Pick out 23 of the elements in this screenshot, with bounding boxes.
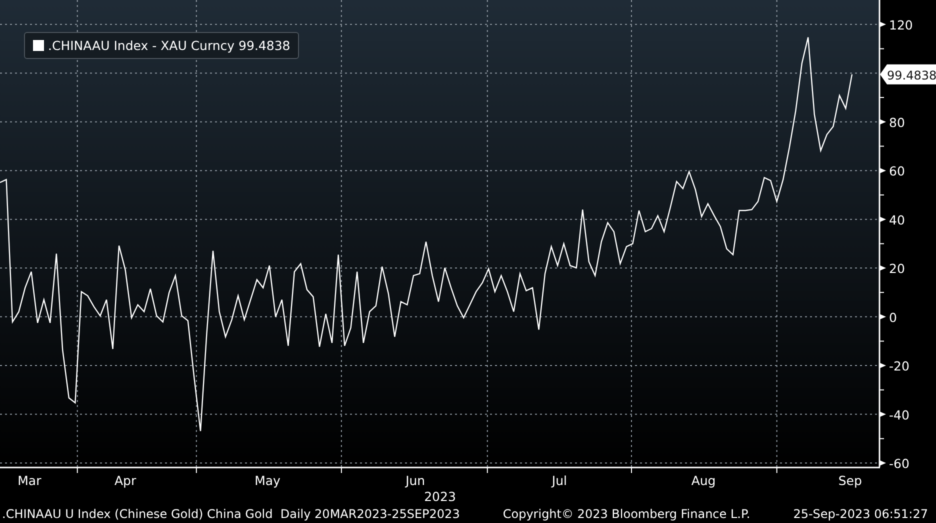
copyright-text: Copyright© 2023 Bloomberg Finance L.P. <box>502 507 750 521</box>
axis-label: Mar <box>18 473 42 488</box>
last-value-label: 99.4838 <box>880 64 936 84</box>
axis-label: Apr <box>114 473 136 488</box>
axis-label: -40 <box>889 407 910 422</box>
axis-label: -20 <box>889 358 910 374</box>
axis-label: Jul <box>552 473 567 488</box>
legend-swatch-icon <box>33 40 44 51</box>
legend-label: .CHINAAU Index - XAU Curncy 99.4838 <box>48 38 290 53</box>
series-description: .CHINAAU U Index (Chinese Gold) China Gold Daily 20MAR2023-25SEP2023 <box>2 507 460 521</box>
axis-label: 40 <box>889 212 905 228</box>
axis-label: 20 <box>889 261 905 276</box>
axis-label: 120 <box>889 17 913 32</box>
axis-label: Sep <box>838 473 862 488</box>
axis-label: Jun <box>406 473 426 488</box>
axis-label: 60 <box>889 164 905 179</box>
axis-label: 0 <box>889 310 897 325</box>
axis-label: Aug <box>691 473 716 488</box>
axis-label: 80 <box>889 114 905 130</box>
axis-label: May <box>254 473 280 488</box>
axis-title: 2023 <box>424 489 456 504</box>
timestamp: 25-Sep-2023 06:51:27 <box>793 507 928 521</box>
axis-label: -60 <box>889 456 910 471</box>
